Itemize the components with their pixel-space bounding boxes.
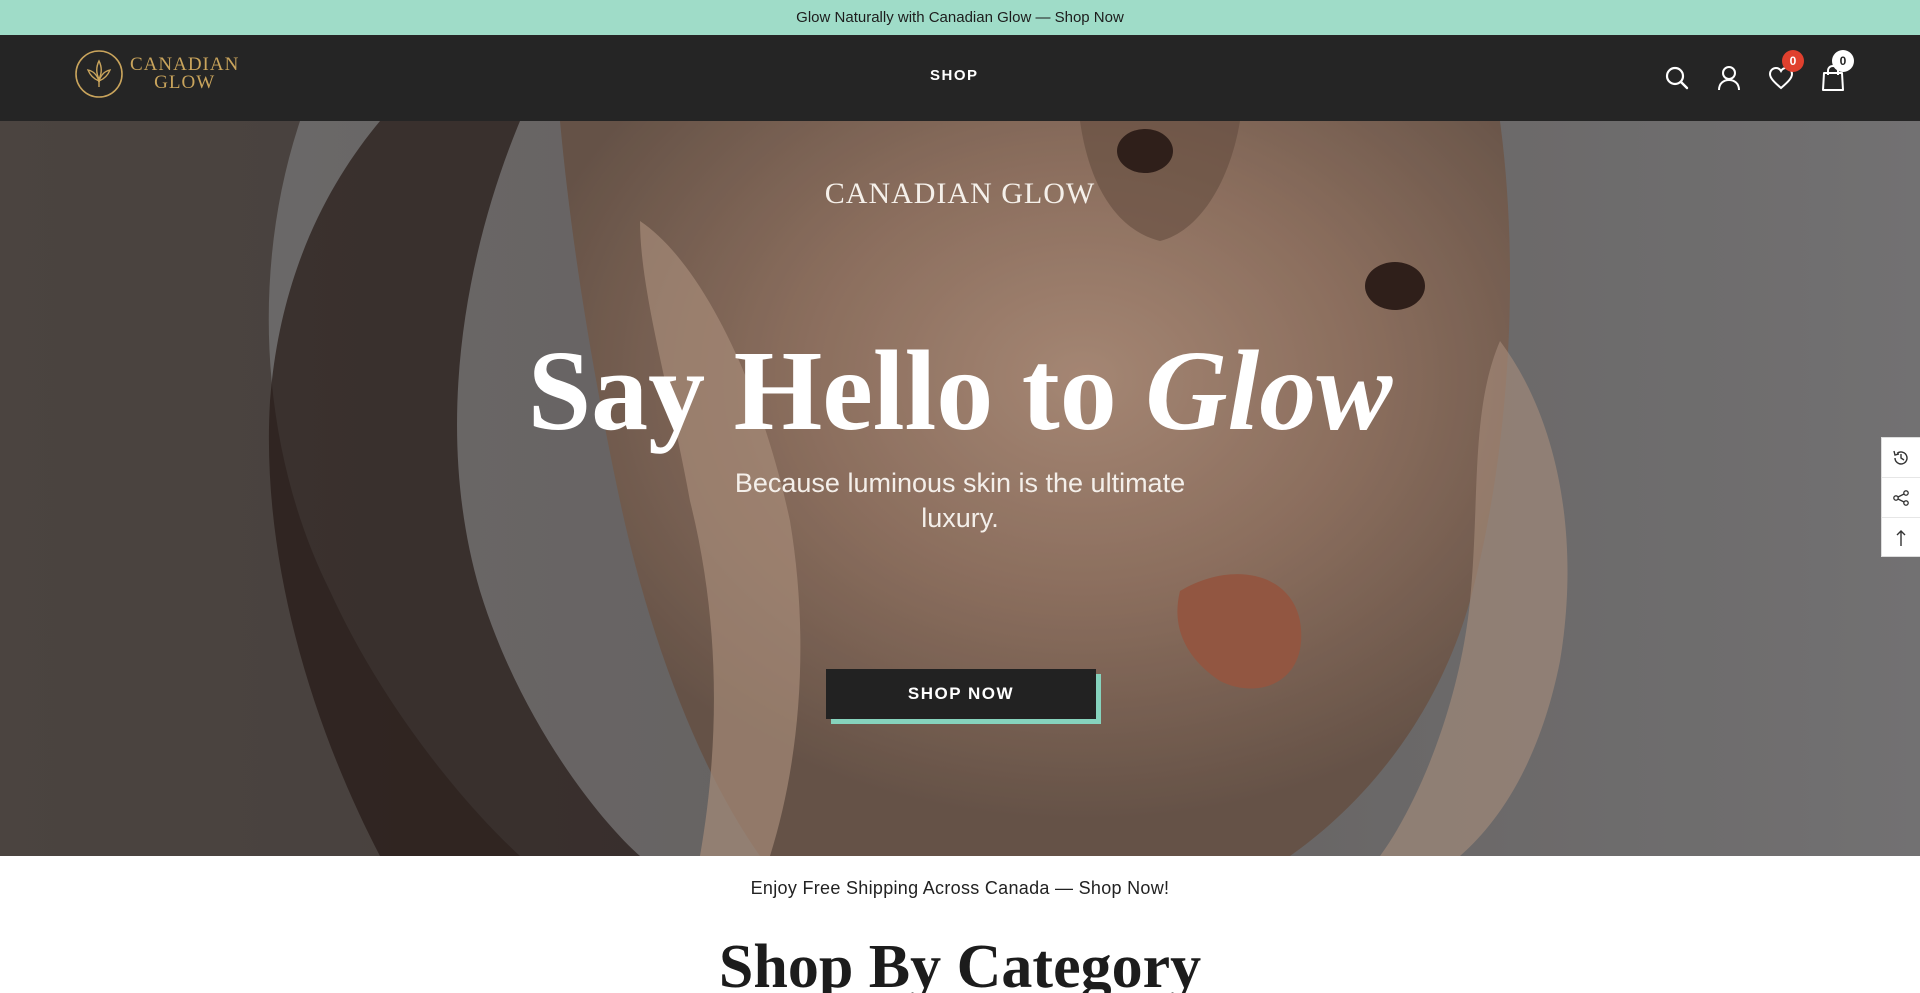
logo-emblem-icon: [75, 50, 123, 98]
announcement-text[interactable]: Glow Naturally with Canadian Glow — Shop…: [796, 9, 1124, 26]
hero-title-regular: Say Hello to: [527, 327, 1146, 454]
cart-count-badge: 0: [1832, 50, 1854, 72]
back-to-top-icon: [1896, 530, 1906, 546]
shop-by-category-heading: Shop By Category: [718, 933, 1202, 993]
share-button[interactable]: [1882, 478, 1920, 518]
user-icon: [1718, 66, 1740, 91]
search-button[interactable]: [1662, 63, 1692, 93]
hero-brand-name: CANADIAN GLOW: [824, 177, 1096, 210]
nav-shop-link[interactable]: SHOP: [930, 67, 979, 84]
shop-now-button[interactable]: SHOP NOW: [826, 669, 1096, 719]
shipping-message[interactable]: Enjoy Free Shipping Across Canada — Shop…: [0, 878, 1920, 899]
back-to-top-button[interactable]: [1882, 518, 1920, 558]
hero-banner[interactable]: CANADIAN GLOW Say Hello to Glow Because …: [0, 121, 1920, 856]
cart-button[interactable]: 0: [1818, 50, 1854, 93]
announcement-bar[interactable]: Glow Naturally with Canadian Glow — Shop…: [0, 0, 1920, 35]
recently-viewed-button[interactable]: [1882, 438, 1920, 478]
site-logo[interactable]: CANADIAN GLOW: [74, 49, 239, 99]
logo-wordmark: CANADIAN GLOW: [130, 55, 239, 93]
wishlist-button[interactable]: 0: [1766, 50, 1804, 93]
wishlist-count-badge: 0: [1782, 50, 1804, 72]
search-icon: [1665, 66, 1689, 90]
logo-line-2: GLOW: [154, 72, 216, 93]
hero-cta: SHOP NOW: [826, 669, 1101, 725]
recently-viewed-icon: [1893, 450, 1908, 465]
hero-title: Say Hello to Glow: [0, 321, 1920, 461]
side-toolbar: [1881, 437, 1920, 557]
share-icon: [1893, 489, 1909, 506]
site-header: CANADIAN GLOW SHOP 0 0: [0, 35, 1920, 121]
account-button[interactable]: [1714, 63, 1744, 93]
hero-subtitle: Because luminous skin is the ultimate lu…: [734, 468, 1186, 533]
hero-title-italic: Glow: [1145, 327, 1393, 454]
